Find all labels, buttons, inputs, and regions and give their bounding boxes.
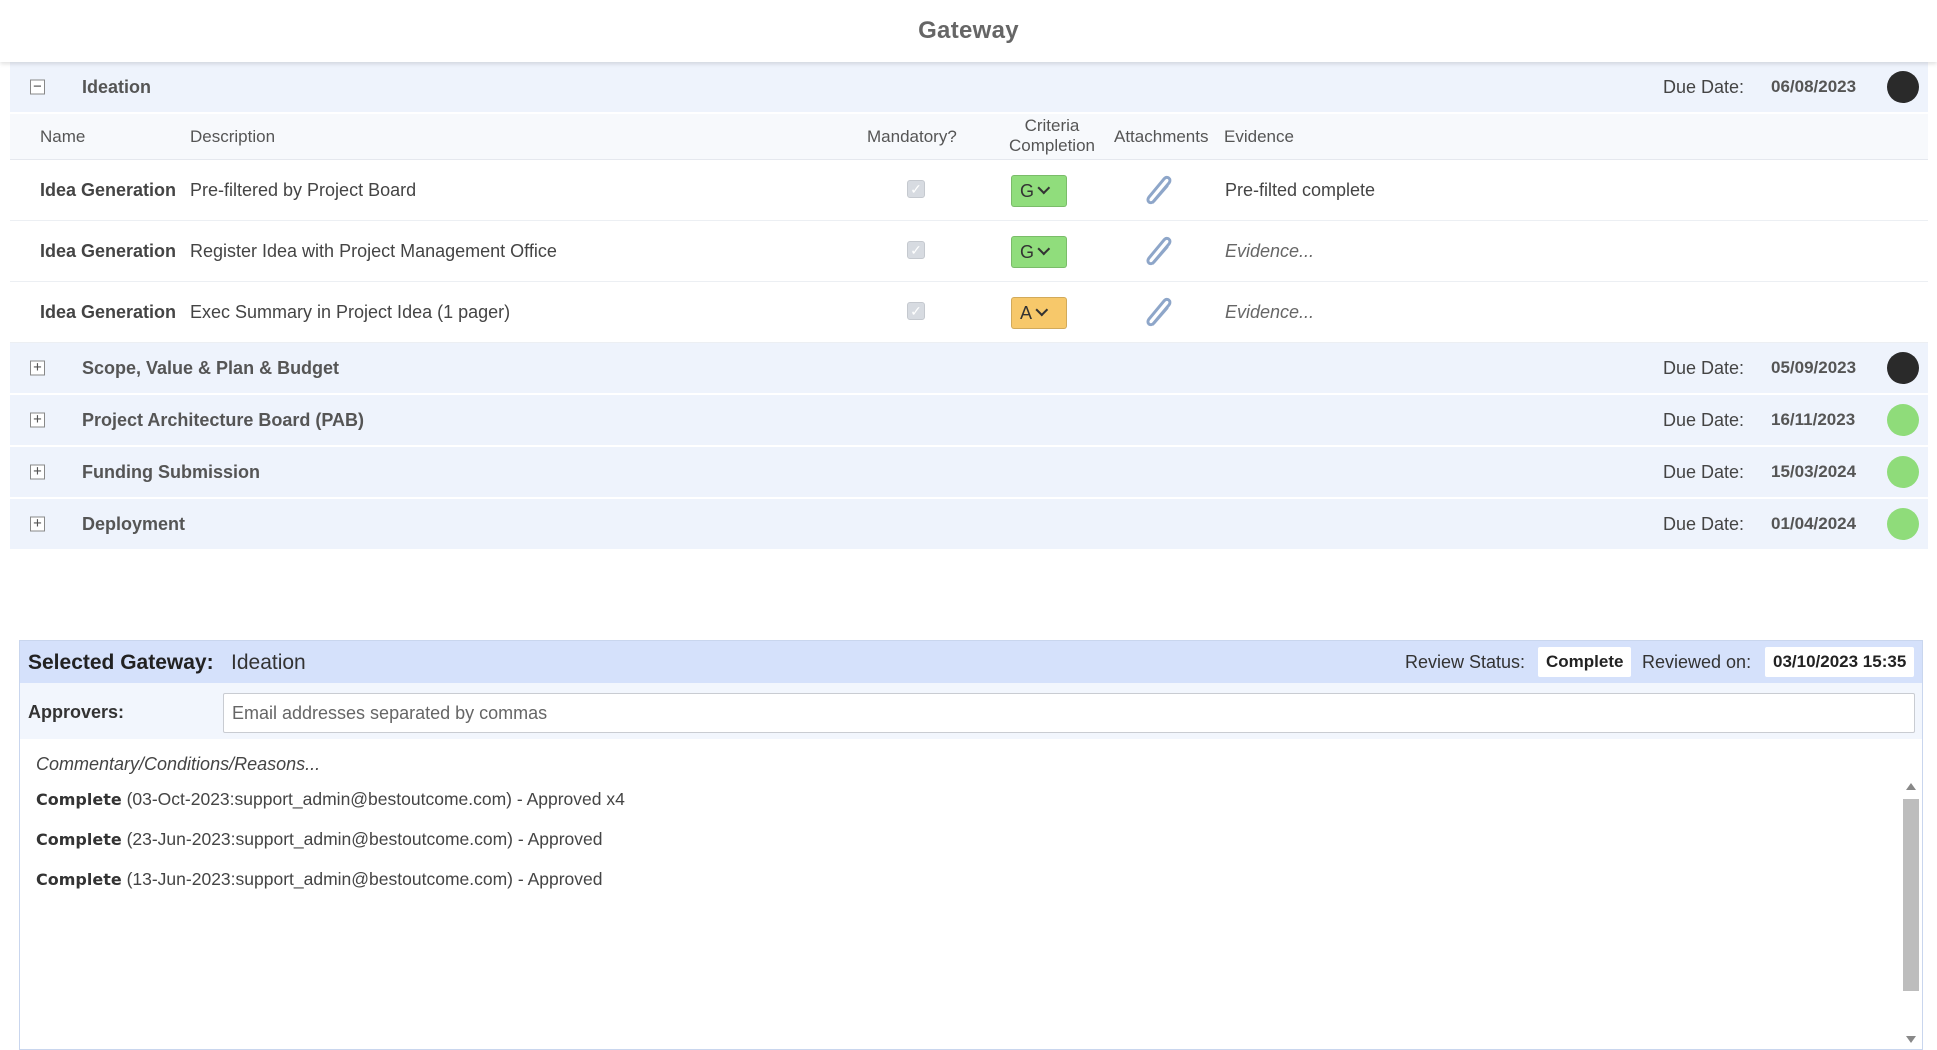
- status-indicator: [1887, 352, 1919, 384]
- due-date-label: Due Date:: [1663, 409, 1745, 430]
- log-status: Complete: [36, 830, 122, 849]
- column-header-name: Name: [40, 127, 86, 146]
- log-entry: Complete (03-Oct-2023:support_admin@best…: [36, 789, 625, 810]
- column-header-mandatory: Mandatory?: [867, 127, 957, 146]
- chevron-down-icon: [1035, 303, 1049, 316]
- chevron-down-icon: [1037, 181, 1051, 194]
- log-status: Complete: [36, 870, 122, 889]
- status-indicator: [1887, 508, 1919, 540]
- criteria-name: Idea Generation: [40, 180, 177, 200]
- log-entry: Complete (23-Jun-2023:support_admin@best…: [36, 829, 625, 850]
- approvers-row: Approvers:: [20, 683, 1922, 739]
- rag-status-dropdown[interactable]: G: [1011, 175, 1067, 207]
- criteria-name: Idea Generation: [40, 302, 177, 322]
- due-date-value: 01/04/2024: [1771, 514, 1857, 533]
- rag-value: A: [1020, 302, 1033, 323]
- status-indicator: [1887, 456, 1919, 488]
- expand-icon[interactable]: +: [30, 516, 45, 532]
- due-date-label: Due Date:: [1663, 461, 1745, 482]
- gateway-list: − Ideation Due Date: 06/08/2023 Name Des…: [10, 62, 1928, 551]
- page-title: Gateway: [918, 17, 1019, 44]
- status-indicator: [1887, 404, 1919, 436]
- column-header-criteria: Criteria: [1024, 116, 1080, 135]
- expand-icon[interactable]: +: [30, 464, 45, 480]
- approvers-input[interactable]: [223, 693, 1915, 733]
- evidence-field[interactable]: Evidence...: [1225, 302, 1314, 323]
- log-text: (23-Jun-2023:support_admin@bestoutcome.c…: [121, 829, 603, 849]
- paperclip-icon[interactable]: [1140, 233, 1180, 271]
- due-date-value: 06/08/2023: [1771, 77, 1857, 96]
- paperclip-icon[interactable]: [1140, 172, 1180, 210]
- due-date-value: 15/03/2024: [1771, 462, 1857, 481]
- criteria-description: Exec Summary in Project Idea (1 pager): [190, 302, 511, 322]
- log-status: Complete: [36, 790, 122, 809]
- rag-value: G: [1020, 180, 1035, 201]
- criteria-description: Register Idea with Project Management Of…: [190, 241, 557, 261]
- log-text: (13-Jun-2023:support_admin@bestoutcome.c…: [121, 869, 603, 889]
- criteria-name: Idea Generation: [40, 241, 177, 261]
- gateway-name: Scope, Value & Plan & Budget: [82, 357, 340, 378]
- gateway-header-funding[interactable]: + Funding Submission Due Date: 15/03/202…: [10, 447, 1928, 499]
- mandatory-checkbox[interactable]: ✓: [907, 302, 925, 320]
- scrollbar-thumb[interactable]: [1903, 799, 1919, 991]
- criteria-description: Pre-filtered by Project Board: [190, 180, 417, 200]
- rag-status-dropdown[interactable]: A: [1011, 297, 1067, 329]
- log-entry: Complete (13-Jun-2023:support_admin@best…: [36, 869, 625, 890]
- criteria-row: Idea Generation Exec Summary in Project …: [10, 282, 1928, 343]
- review-status-label: Review Status:: [1405, 652, 1526, 672]
- chevron-down-icon: [1037, 242, 1051, 255]
- criteria-table-header: Name Description Mandatory? Criteria Com…: [10, 114, 1928, 160]
- expand-icon[interactable]: +: [30, 360, 45, 376]
- status-indicator: [1887, 71, 1919, 103]
- reviewed-on-value: 03/10/2023 15:35: [1765, 647, 1915, 677]
- column-header-completion: Completion: [1009, 136, 1095, 155]
- log-text: (03-Oct-2023:support_admin@bestoutcome.c…: [121, 789, 625, 809]
- due-date-label: Due Date:: [1663, 357, 1745, 378]
- selected-gateway-panel: Selected Gateway: Ideation Review Status…: [19, 640, 1923, 1050]
- evidence-field[interactable]: Evidence...: [1225, 241, 1314, 262]
- paperclip-icon[interactable]: [1140, 294, 1180, 332]
- column-header-description: Description: [190, 127, 276, 146]
- approval-log: Complete (03-Oct-2023:support_admin@best…: [36, 789, 625, 909]
- selected-gateway-value: Ideation: [231, 651, 306, 674]
- gateway-header-pab[interactable]: + Project Architecture Board (PAB) Due D…: [10, 395, 1928, 447]
- mandatory-checkbox[interactable]: ✓: [907, 180, 925, 198]
- gateway-name: Project Architecture Board (PAB): [82, 409, 365, 430]
- rag-value: G: [1020, 241, 1035, 262]
- reviewed-on-label: Reviewed on:: [1642, 652, 1752, 672]
- column-header-attachments: Attachments: [1114, 127, 1209, 146]
- mandatory-checkbox[interactable]: ✓: [907, 241, 925, 259]
- rag-status-dropdown[interactable]: G: [1011, 236, 1067, 268]
- top-bar: Gateway: [0, 0, 1937, 62]
- evidence-field[interactable]: Pre-filted complete: [1225, 180, 1375, 201]
- selected-gateway-label: Selected Gateway:: [28, 651, 214, 674]
- review-status-value: Complete: [1538, 647, 1632, 677]
- due-date-label: Due Date:: [1663, 76, 1745, 97]
- gateway-header-deployment[interactable]: + Deployment Due Date: 01/04/2024: [10, 499, 1928, 551]
- criteria-row: Idea Generation Pre-filtered by Project …: [10, 160, 1928, 221]
- expand-icon[interactable]: +: [30, 412, 45, 428]
- commentary-field[interactable]: Commentary/Conditions/Reasons...: [36, 754, 320, 775]
- collapse-icon[interactable]: −: [30, 79, 45, 95]
- due-date-value: 16/11/2023: [1771, 410, 1856, 429]
- gateway-name: Ideation: [82, 76, 152, 97]
- scroll-down-icon[interactable]: [1906, 1036, 1916, 1043]
- column-header-evidence: Evidence: [1224, 127, 1294, 146]
- selected-gateway-header: Selected Gateway: Ideation Review Status…: [20, 641, 1922, 683]
- gateway-header-scope[interactable]: + Scope, Value & Plan & Budget Due Date:…: [10, 343, 1928, 395]
- gateway-name: Deployment: [82, 513, 186, 534]
- due-date-label: Due Date:: [1663, 513, 1745, 534]
- scroll-up-icon[interactable]: [1906, 783, 1916, 790]
- gateway-name: Funding Submission: [82, 461, 260, 482]
- due-date-value: 05/09/2023: [1771, 358, 1857, 377]
- approvers-label: Approvers:: [28, 702, 125, 722]
- criteria-row: Idea Generation Register Idea with Proje…: [10, 221, 1928, 282]
- log-scrollbar[interactable]: [1901, 777, 1921, 1049]
- gateway-header-ideation[interactable]: − Ideation Due Date: 06/08/2023: [10, 62, 1928, 114]
